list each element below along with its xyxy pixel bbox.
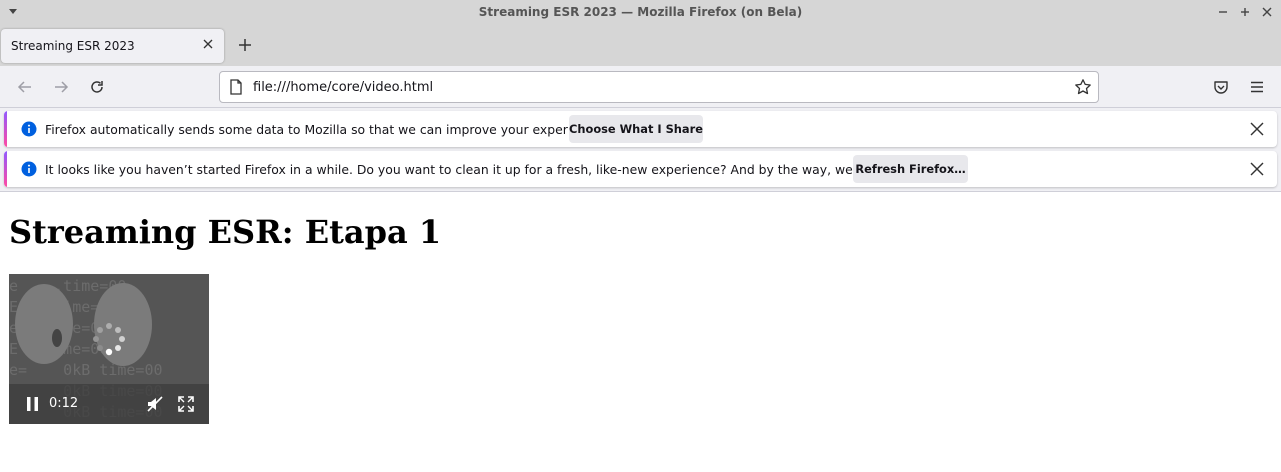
choose-what-i-share-button[interactable]: Choose What I Share [569, 115, 703, 143]
notification-refresh-firefox: It looks like you haven’t started Firefo… [4, 151, 1277, 187]
video-frame-shape [52, 329, 62, 347]
pause-icon[interactable] [26, 397, 39, 411]
pocket-icon[interactable] [1212, 78, 1230, 96]
notification-message: It looks like you haven’t started Firefo… [45, 162, 929, 177]
tab-label: Streaming ESR 2023 [11, 39, 135, 53]
video-player[interactable]: e .time=00 E .ime=00 e .me=00 E .me=00 e… [9, 274, 209, 424]
minimize-icon[interactable] [1214, 3, 1232, 21]
tab-close-icon[interactable] [200, 36, 216, 52]
info-icon [21, 121, 37, 137]
window-titlebar: Streaming ESR 2023 — Mozilla Firefox (on… [0, 0, 1281, 25]
loading-spinner-icon [93, 323, 125, 356]
navigation-toolbar: file:///home/core/video.html [0, 66, 1281, 108]
video-controls: 0:12 [9, 384, 209, 424]
info-icon [21, 161, 37, 177]
video-current-time: 0:12 [49, 396, 79, 411]
muted-speaker-icon[interactable] [146, 395, 164, 413]
close-icon[interactable] [1249, 161, 1265, 177]
url-bar[interactable]: file:///home/core/video.html [219, 71, 1099, 103]
close-icon[interactable] [1249, 121, 1265, 137]
page-content: Streaming ESR: Etapa 1 e .time=00 E .ime… [0, 192, 1281, 472]
back-arrow-icon[interactable] [16, 78, 34, 96]
notification-area: Firefox automatically sends some data to… [0, 108, 1281, 192]
notification-data-sharing: Firefox automatically sends some data to… [4, 111, 1277, 147]
window-title: Streaming ESR 2023 — Mozilla Firefox (on… [478, 5, 803, 19]
url-text[interactable]: file:///home/core/video.html [253, 80, 433, 95]
refresh-firefox-button[interactable]: Refresh Firefox… [853, 155, 968, 183]
notification-message: Firefox automatically sends some data to… [45, 122, 606, 137]
video-frame-shape [15, 284, 73, 364]
page-heading: Streaming ESR: Etapa 1 [9, 213, 442, 251]
fullscreen-icon[interactable] [177, 395, 195, 413]
new-tab-plus-icon[interactable] [236, 36, 254, 54]
tab-streaming-esr[interactable]: Streaming ESR 2023 [1, 29, 224, 63]
tab-strip: Streaming ESR 2023 [0, 25, 1281, 66]
close-icon[interactable] [1258, 3, 1276, 21]
forward-arrow-icon[interactable] [52, 78, 70, 96]
maximize-icon[interactable] [1236, 3, 1254, 21]
reload-icon[interactable] [88, 78, 106, 96]
page-icon [230, 79, 242, 95]
star-bookmark-icon[interactable] [1074, 78, 1092, 96]
hamburger-menu-icon[interactable] [1248, 78, 1266, 96]
